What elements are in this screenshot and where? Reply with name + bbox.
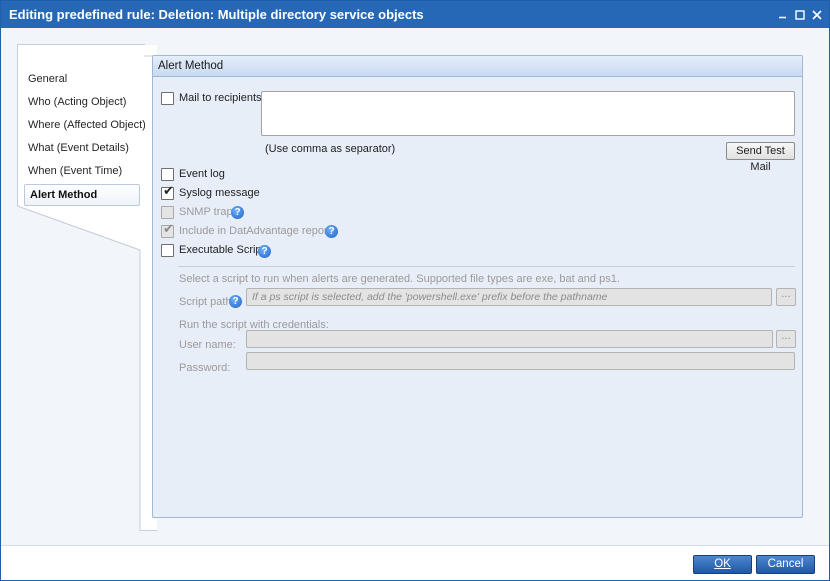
event-log-checkbox[interactable] [161, 168, 174, 181]
mail-recipients-input[interactable] [261, 91, 795, 136]
username-browse-button[interactable]: ... [776, 330, 796, 348]
maximize-button[interactable] [791, 5, 808, 25]
checkmark-icon: ✔ [163, 222, 174, 237]
mail-recipients-label: Mail to recipients: [179, 92, 265, 104]
dialog-window: Editing predefined rule: Deletion: Multi… [0, 0, 830, 581]
executable-script-label: Executable Script [179, 244, 265, 256]
script-path-input[interactable]: If a ps script is selected, add the 'pow… [246, 288, 772, 306]
alert-method-panel: Alert Method Mail to recipients: (Use co… [152, 55, 803, 518]
window-title: Editing predefined rule: Deletion: Multi… [9, 7, 424, 22]
mail-recipients-checkbox[interactable] [161, 92, 174, 105]
event-log-label: Event log [179, 168, 225, 180]
help-icon[interactable]: ? [258, 245, 271, 258]
cancel-button[interactable]: Cancel [756, 555, 815, 574]
close-icon [811, 9, 822, 20]
help-icon[interactable]: ? [325, 225, 338, 238]
ok-button[interactable]: OK [693, 555, 752, 574]
help-icon[interactable]: ? [231, 206, 244, 219]
syslog-message-label: Syslog message [179, 187, 260, 199]
nav-item-general[interactable]: General [27, 69, 142, 89]
minimize-button[interactable] [774, 5, 791, 25]
syslog-message-checkbox[interactable]: ✔ [161, 184, 174, 200]
mail-separator-hint: (Use comma as separator) [265, 143, 396, 155]
script-path-label: Script path [179, 296, 232, 308]
snmp-trap-label: SNMP trap [179, 206, 233, 218]
include-datadvantage-checkbox[interactable]: ✔ [161, 222, 174, 238]
cancel-button-label: Cancel [767, 558, 804, 570]
window-controls [774, 5, 825, 25]
script-description: Select a script to run when alerts are g… [179, 273, 620, 285]
executable-script-checkbox[interactable] [161, 244, 174, 257]
dialog-footer: OK Cancel [1, 545, 829, 580]
nav-item-who[interactable]: Who (Acting Object) [27, 92, 142, 112]
nav-item-alert-method[interactable]: Alert Method [24, 184, 140, 206]
minimize-icon [779, 16, 786, 19]
password-label: Password: [179, 362, 231, 374]
ok-button-label: OK [714, 558, 731, 570]
maximize-icon [794, 9, 805, 20]
nav-item-when[interactable]: When (Event Time) [27, 161, 142, 181]
navigation-panel: General Who (Acting Object) Where (Affec… [17, 44, 157, 531]
username-label: User name: [179, 339, 236, 351]
dialog-content: General Who (Acting Object) Where (Affec… [1, 28, 829, 545]
help-icon[interactable]: ? [229, 295, 242, 308]
title-bar[interactable]: Editing predefined rule: Deletion: Multi… [1, 1, 829, 28]
close-button[interactable] [808, 5, 825, 25]
panel-header: Alert Method [153, 56, 802, 77]
username-input[interactable] [246, 330, 773, 348]
checkmark-icon: ✔ [163, 184, 174, 199]
send-test-mail-button[interactable]: Send Test Mail [726, 142, 795, 173]
nav-item-what[interactable]: What (Event Details) [27, 138, 142, 158]
nav-item-where[interactable]: Where (Affected Object) [27, 115, 146, 135]
script-section-divider [178, 266, 795, 267]
include-datadvantage-label: Include in DatAdvantage reports [179, 225, 337, 237]
snmp-trap-checkbox[interactable] [161, 206, 174, 219]
password-input[interactable] [246, 352, 795, 370]
script-path-browse-button[interactable]: ... [776, 288, 796, 306]
